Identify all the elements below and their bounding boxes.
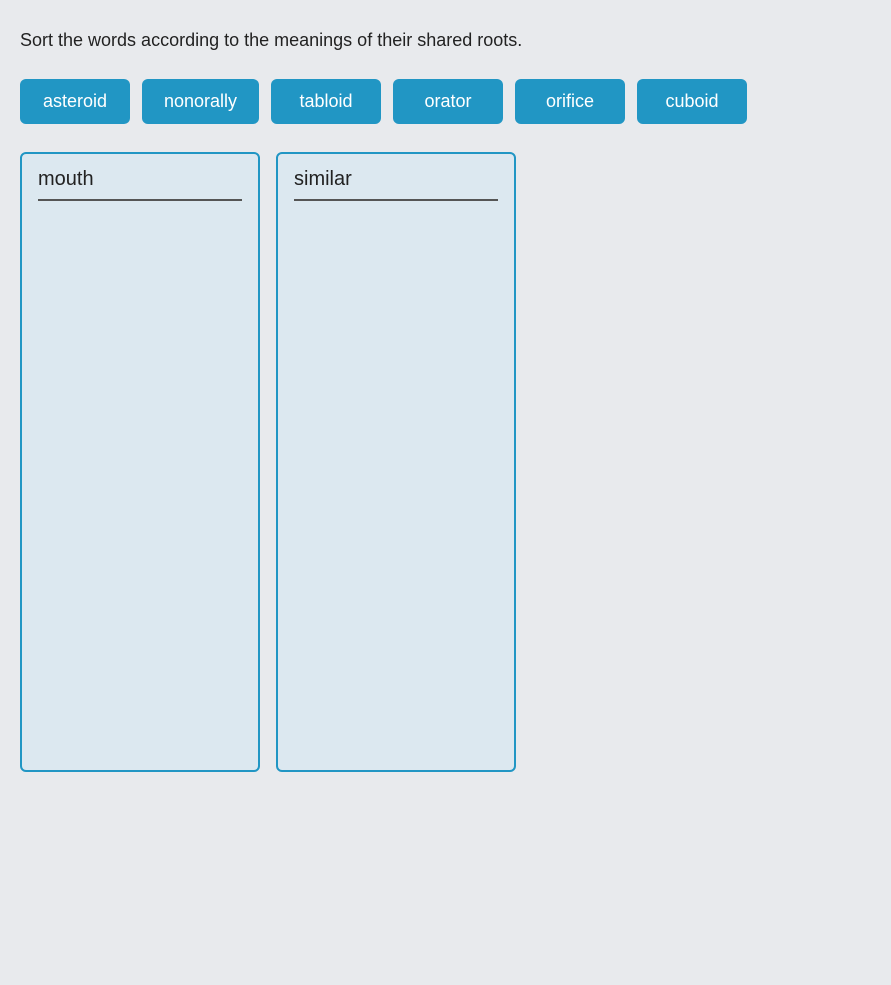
drop-zone-similar[interactable]: similar: [276, 152, 516, 772]
drop-zone-similar-header: similar: [294, 168, 498, 191]
drop-zone-mouth-header: mouth: [38, 168, 242, 191]
instruction-text: Sort the words according to the meanings…: [20, 30, 871, 51]
drop-zone-mouth-divider: [38, 199, 242, 201]
drop-zone-similar-divider: [294, 199, 498, 201]
word-tile-orator[interactable]: orator: [393, 79, 503, 124]
word-bank: asteroid nonorally tabloid orator orific…: [20, 79, 871, 124]
word-tile-asteroid[interactable]: asteroid: [20, 79, 130, 124]
word-tile-nonorally[interactable]: nonorally: [142, 79, 259, 124]
word-tile-tabloid[interactable]: tabloid: [271, 79, 381, 124]
word-tile-orifice[interactable]: orifice: [515, 79, 625, 124]
word-tile-cuboid[interactable]: cuboid: [637, 79, 747, 124]
drop-zones-container: mouth similar: [20, 152, 871, 772]
drop-zone-mouth[interactable]: mouth: [20, 152, 260, 772]
